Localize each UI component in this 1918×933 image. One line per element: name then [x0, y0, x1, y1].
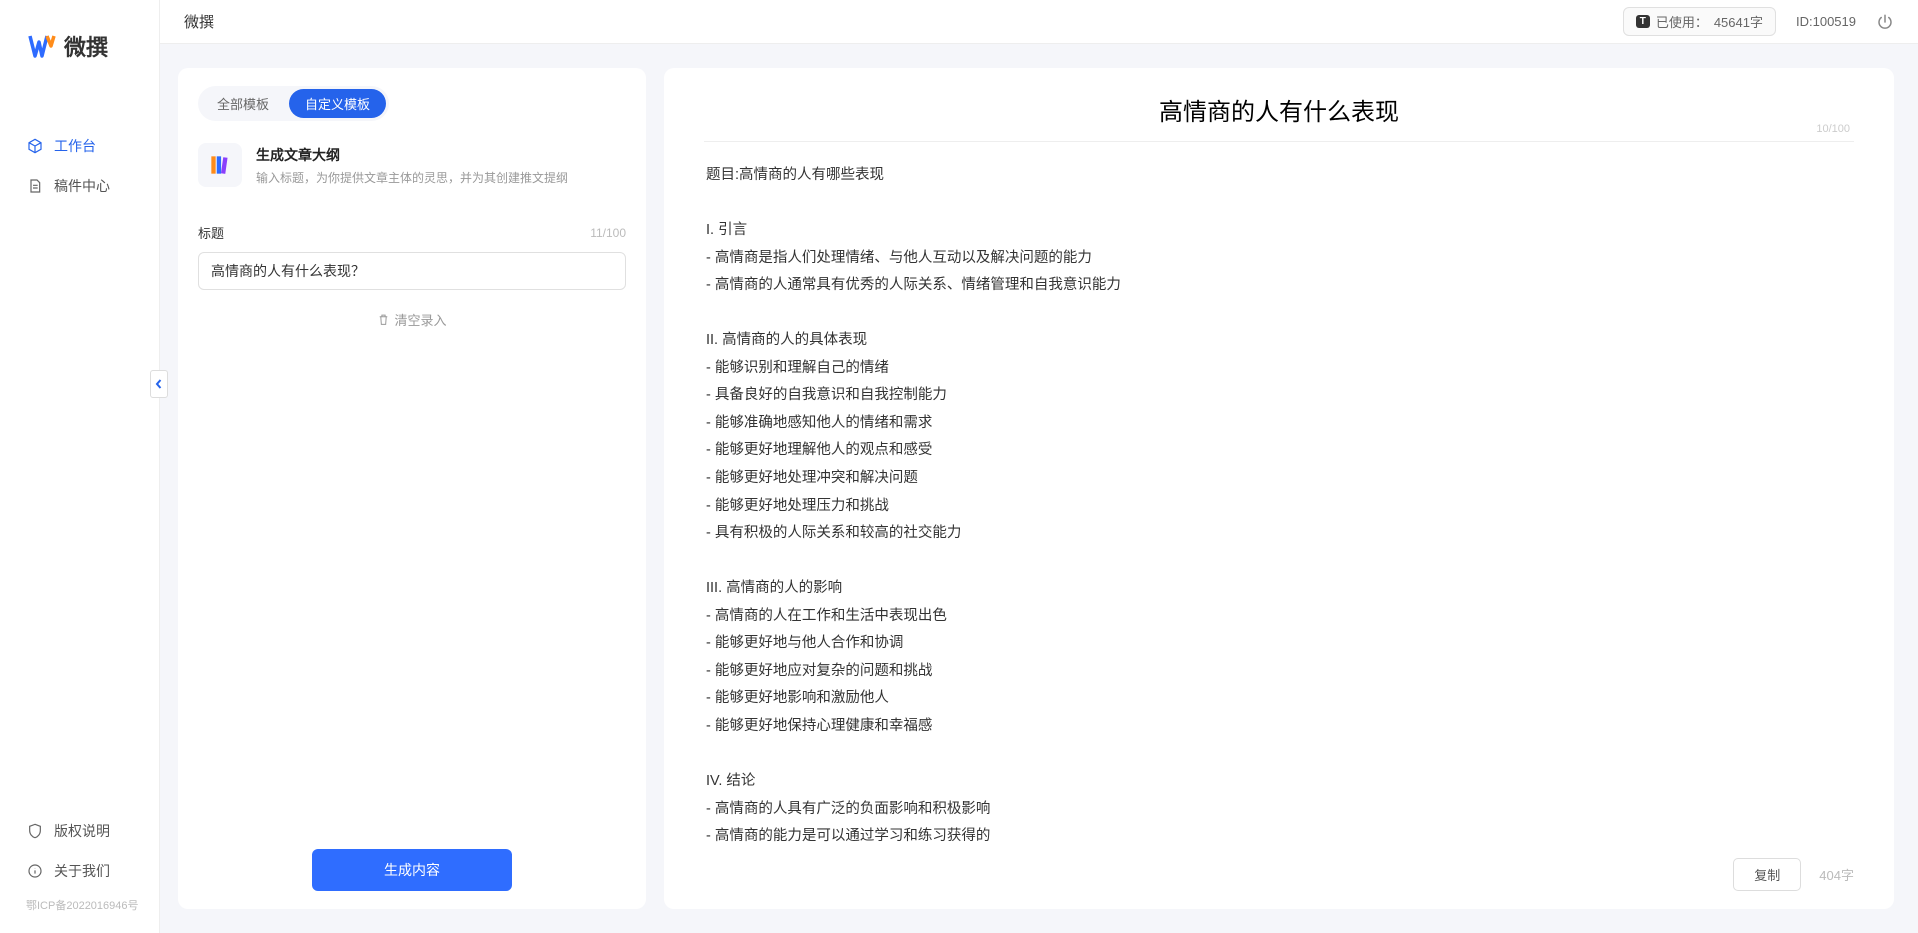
sidebar-item-label: 关于我们 — [54, 861, 110, 881]
logo-mark-icon — [28, 32, 56, 60]
copy-button[interactable]: 复制 — [1733, 858, 1801, 891]
sidebar-item-label: 版权说明 — [54, 821, 110, 841]
trash-icon — [377, 313, 390, 326]
template-books-icon — [198, 143, 242, 187]
nav: 工作台 稿件中心 — [0, 86, 159, 811]
input-panel: 全部模板 自定义模板 生成文章大纲 输入标题，为你提供文章主体的灵思，并为其创建… — [178, 68, 646, 909]
t-badge-icon: T — [1636, 15, 1650, 28]
chevron-left-icon — [154, 379, 164, 389]
clear-input-button[interactable]: 清空录入 — [198, 310, 626, 329]
template-title: 生成文章大纲 — [256, 145, 626, 165]
sidebar: 微撰 工作台 稿件中心 版权说明 — [0, 0, 160, 933]
shield-icon — [26, 822, 44, 840]
logo: 微撰 — [0, 0, 159, 86]
topbar: 微撰 T 已使用： 45641字 ID:100519 — [160, 0, 1918, 44]
info-icon — [26, 862, 44, 880]
sidebar-item-about[interactable]: 关于我们 — [0, 851, 159, 891]
page-title: 微撰 — [184, 11, 214, 32]
template-tabs: 全部模板 自定义模板 — [198, 86, 389, 121]
output-body: 题目:高情商的人有哪些表现 I. 引言 - 高情商是指人们处理情绪、与他人互动以… — [704, 142, 1854, 848]
main: 微撰 T 已使用： 45641字 ID:100519 全部模板 — [160, 0, 1918, 933]
title-label: 标题 — [198, 223, 224, 242]
power-icon[interactable] — [1876, 13, 1894, 31]
usage-value: 45641字 — [1714, 12, 1763, 31]
clear-label: 清空录入 — [394, 310, 446, 329]
output-title-counter: 10/100 — [1816, 123, 1850, 135]
usage-label: 已使用： — [1656, 12, 1708, 31]
output-panel: 高情商的人有什么表现 10/100 题目:高情商的人有哪些表现 I. 引言 - … — [664, 68, 1894, 909]
sidebar-item-workspace[interactable]: 工作台 — [0, 126, 159, 166]
template-card: 生成文章大纲 输入标题，为你提供文章主体的灵思，并为其创建推文提纲 — [198, 143, 626, 187]
sidebar-bottom: 版权说明 关于我们 鄂ICP备2022016946号 — [0, 811, 159, 933]
template-desc: 输入标题，为你提供文章主体的灵思，并为其创建推文提纲 — [256, 169, 626, 186]
logo-text: 微撰 — [64, 30, 108, 62]
sidebar-item-label: 稿件中心 — [54, 176, 110, 196]
tab-custom-templates[interactable]: 自定义模板 — [289, 89, 386, 118]
sidebar-item-drafts[interactable]: 稿件中心 — [0, 166, 159, 206]
title-counter: 11/100 — [590, 226, 626, 240]
output-word-count: 404字 — [1819, 865, 1854, 884]
sidebar-collapse-handle[interactable] — [150, 370, 168, 398]
document-icon — [26, 177, 44, 195]
generate-button[interactable]: 生成内容 — [312, 849, 512, 891]
usage-pill[interactable]: T 已使用： 45641字 — [1623, 7, 1776, 36]
account-id: ID:100519 — [1796, 14, 1856, 29]
tab-all-templates[interactable]: 全部模板 — [201, 89, 285, 118]
cube-icon — [26, 137, 44, 155]
output-title: 高情商的人有什么表现 — [704, 92, 1854, 127]
sidebar-item-label: 工作台 — [54, 136, 96, 156]
title-input[interactable] — [198, 252, 626, 290]
sidebar-item-copyright[interactable]: 版权说明 — [0, 811, 159, 851]
icp-text: 鄂ICP备2022016946号 — [0, 891, 159, 923]
